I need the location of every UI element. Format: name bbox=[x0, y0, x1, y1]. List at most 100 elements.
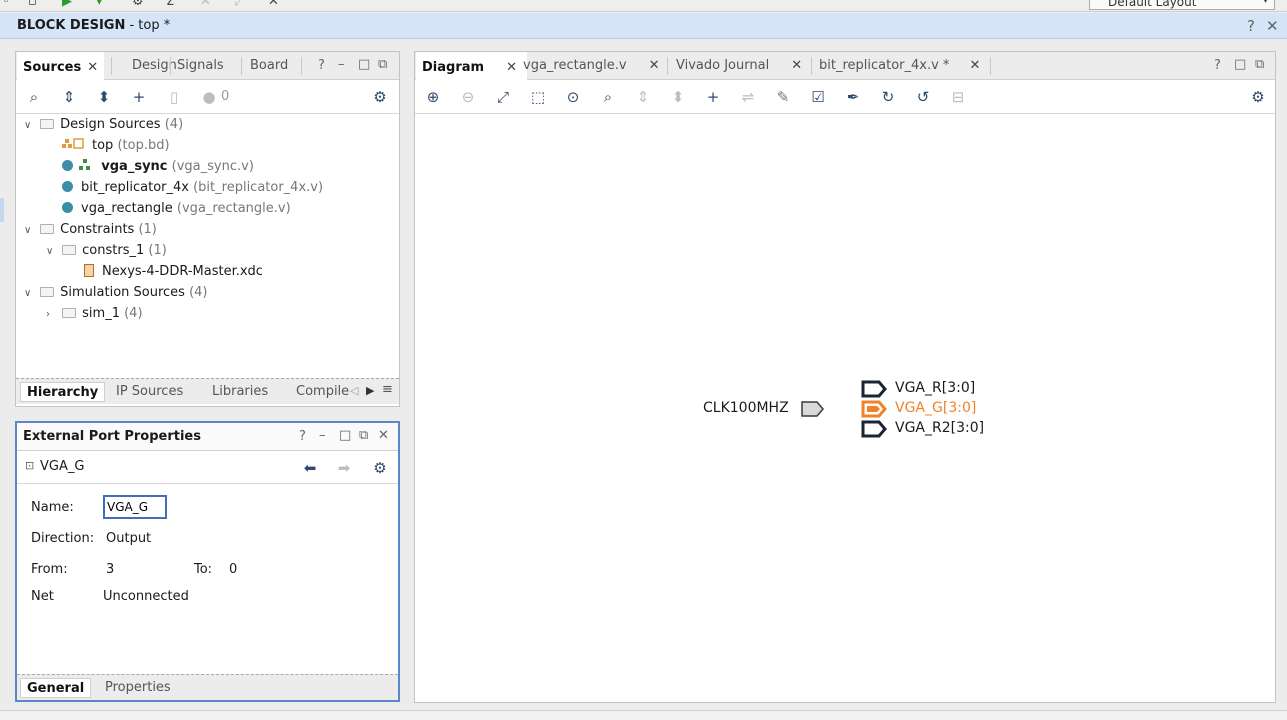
float-icon[interactable]: ⧉ bbox=[1255, 57, 1264, 72]
gear-icon[interactable]: ⚙ bbox=[371, 88, 389, 106]
help-icon[interactable]: ? bbox=[1214, 58, 1221, 73]
tree-node-vga-rectangle[interactable]: vga_rectangle (vga_rectangle.v) bbox=[62, 198, 291, 219]
help-icon[interactable]: ? bbox=[299, 429, 306, 444]
tab-compile-order[interactable]: Compile bbox=[290, 382, 355, 402]
minimize-icon[interactable]: – bbox=[319, 428, 326, 443]
scroll-right-icon[interactable]: ▶ bbox=[366, 384, 374, 397]
minimize-icon[interactable]: □ bbox=[1234, 57, 1246, 72]
properties-toolbar: ⊡ VGA_G ⬅ ➡ ⚙ bbox=[17, 451, 398, 484]
tab-ip-sources[interactable]: IP Sources bbox=[110, 382, 189, 402]
chevron-right-icon[interactable]: › bbox=[46, 304, 58, 325]
to-value[interactable]: 0 bbox=[229, 562, 237, 577]
chevron-down-icon[interactable]: ∨ bbox=[24, 115, 36, 136]
scroll-left-icon[interactable]: ◁ bbox=[350, 384, 358, 397]
close-icon[interactable]: ✕ bbox=[378, 428, 389, 443]
gear-icon[interactable]: ⚙ bbox=[1249, 88, 1267, 106]
layout-select[interactable]: Default Layout ▾ bbox=[1089, 0, 1275, 10]
tab-board[interactable]: Board bbox=[244, 52, 294, 80]
tab-vivado-journal[interactable]: Vivado Journal ✕ bbox=[670, 52, 808, 80]
close-icon[interactable]: ✕ bbox=[791, 58, 802, 73]
float-icon[interactable]: ⧉ bbox=[378, 57, 387, 72]
output-port-vga-r2[interactable] bbox=[861, 420, 887, 438]
zoom-out-icon: ⊖ bbox=[461, 88, 475, 106]
name-label: Name: bbox=[31, 500, 74, 515]
close-icon[interactable]: ✕ bbox=[506, 60, 517, 75]
regenerate-layout-icon[interactable]: ↺ bbox=[914, 88, 932, 106]
tree-node-sim-1[interactable]: › sim_1 (4) bbox=[46, 303, 143, 324]
run-icon[interactable]: ▶ bbox=[62, 0, 72, 9]
tree-node-xdc[interactable]: Nexys-4-DDR-Master.xdc bbox=[84, 261, 263, 282]
chevron-down-icon[interactable]: ∨ bbox=[46, 241, 58, 262]
connect-icon: ⇌ bbox=[741, 88, 755, 106]
tab-bit-replicator[interactable]: bit_replicator_4x.v * ✕ bbox=[813, 52, 986, 80]
side-handle[interactable] bbox=[0, 198, 4, 222]
diagram-tabs: Diagram ✕ vga_rectangle.v ✕ Vivado Journal… bbox=[415, 52, 1275, 80]
disabled-icon: ▯ bbox=[169, 88, 179, 106]
menu-icon[interactable]: ≡ bbox=[382, 382, 393, 397]
zoom-in-icon[interactable]: ⊕ bbox=[424, 88, 442, 106]
chevron-down-icon[interactable]: ∨ bbox=[24, 283, 36, 304]
name-field[interactable] bbox=[103, 495, 167, 519]
collapse-all-icon[interactable]: ⇕ bbox=[60, 88, 78, 106]
tree-node-top[interactable]: top (top.bd) bbox=[62, 135, 170, 156]
maximize-icon[interactable]: □ bbox=[339, 428, 351, 443]
settings-icon[interactable]: ⚙ bbox=[132, 0, 144, 9]
tree-node-constraints[interactable]: ∨ Constraints (1) bbox=[24, 219, 157, 240]
wrench-icon[interactable]: ✎ bbox=[774, 88, 792, 106]
tab-vga-rectangle[interactable]: vga_rectangle.v ✕ bbox=[517, 52, 666, 80]
auto-connect-icon[interactable]: ⊙ bbox=[564, 88, 582, 106]
tab-hierarchy[interactable]: Hierarchy bbox=[20, 382, 106, 402]
close-icon[interactable]: ✕ bbox=[969, 58, 980, 73]
tab-signals[interactable]: Signals bbox=[171, 52, 230, 80]
refresh-icon[interactable]: ↻ bbox=[879, 88, 897, 106]
step-icon[interactable]: ▾ bbox=[96, 0, 103, 9]
add-icon[interactable]: + bbox=[130, 88, 148, 106]
chevron-down-icon[interactable]: ∨ bbox=[24, 220, 36, 241]
tree-node-design-sources[interactable]: ∨ Design Sources (4) bbox=[24, 114, 183, 135]
tree-node-bit-replicator[interactable]: bit_replicator_4x (bit_replicator_4x.v) bbox=[62, 177, 323, 198]
close-icon[interactable]: ✕ bbox=[1266, 17, 1279, 35]
pin-icon[interactable]: ✒ bbox=[844, 88, 862, 106]
page-title: BLOCK DESIGN - top * bbox=[17, 18, 171, 33]
output-port-vga-g[interactable] bbox=[861, 400, 887, 418]
validate-icon[interactable]: ☑ bbox=[809, 88, 827, 106]
collapse-icon: ⇕ bbox=[636, 88, 650, 106]
close-icon[interactable]: ✕ bbox=[649, 58, 660, 73]
output-port-vga-r[interactable] bbox=[861, 380, 887, 398]
input-port-clk[interactable] bbox=[801, 401, 825, 417]
expand-all-icon[interactable]: ⬍ bbox=[95, 88, 113, 106]
tab-sources[interactable]: Sources ✕ bbox=[17, 52, 105, 80]
from-value[interactable]: 3 bbox=[106, 562, 114, 577]
block-design-header: BLOCK DESIGN - top * ? ✕ bbox=[0, 13, 1287, 39]
save-icon[interactable]: ▫ bbox=[28, 0, 37, 9]
zoom-fit-icon[interactable]: ⤢ bbox=[494, 88, 512, 106]
help-icon[interactable]: ? bbox=[1247, 17, 1255, 35]
help-icon[interactable]: ? bbox=[318, 58, 325, 73]
gear-icon[interactable]: ⚙ bbox=[371, 459, 389, 477]
sources-tabs: Sources ✕ Design Signals Board ? – □ ⧉ bbox=[16, 52, 399, 80]
toolbar-icon[interactable]: ◦ bbox=[2, 0, 10, 9]
direction-label: Direction: bbox=[31, 531, 95, 546]
sigma-icon[interactable]: Σ bbox=[166, 0, 174, 9]
tool-icon[interactable]: ✕ bbox=[268, 0, 279, 9]
back-icon[interactable]: ⬅ bbox=[301, 459, 319, 477]
zoom-area-icon[interactable]: ⬚ bbox=[529, 88, 547, 106]
tab-general[interactable]: General bbox=[20, 678, 92, 698]
tab-properties[interactable]: Properties bbox=[99, 678, 177, 698]
search-icon[interactable]: ⌕ bbox=[599, 88, 617, 106]
tree-node-vga-sync[interactable]: vga_sync (vga_sync.v) bbox=[62, 156, 254, 177]
tab-diagram[interactable]: Diagram ✕ bbox=[416, 52, 527, 80]
search-icon[interactable]: ⌕ bbox=[25, 88, 43, 106]
close-icon[interactable]: ✕ bbox=[87, 60, 98, 75]
tree-node-simulation-sources[interactable]: ∨ Simulation Sources (4) bbox=[24, 282, 208, 303]
from-label: From: bbox=[31, 562, 68, 577]
disabled-icon: ⊟ bbox=[951, 88, 965, 106]
diagram-canvas[interactable]: CLK100MHZ VGA_R[3:0] VGA_G[3:0] VGA_R2[3… bbox=[415, 114, 1275, 702]
maximize-icon[interactable]: □ bbox=[358, 57, 370, 72]
minimize-icon[interactable]: – bbox=[338, 57, 345, 72]
tab-libraries[interactable]: Libraries bbox=[206, 382, 274, 402]
add-ip-icon[interactable]: + bbox=[704, 88, 722, 106]
float-icon[interactable]: ⧉ bbox=[359, 428, 368, 443]
expand-icon: ⬍ bbox=[671, 88, 685, 106]
tree-node-constrs-1[interactable]: ∨ constrs_1 (1) bbox=[46, 240, 167, 261]
